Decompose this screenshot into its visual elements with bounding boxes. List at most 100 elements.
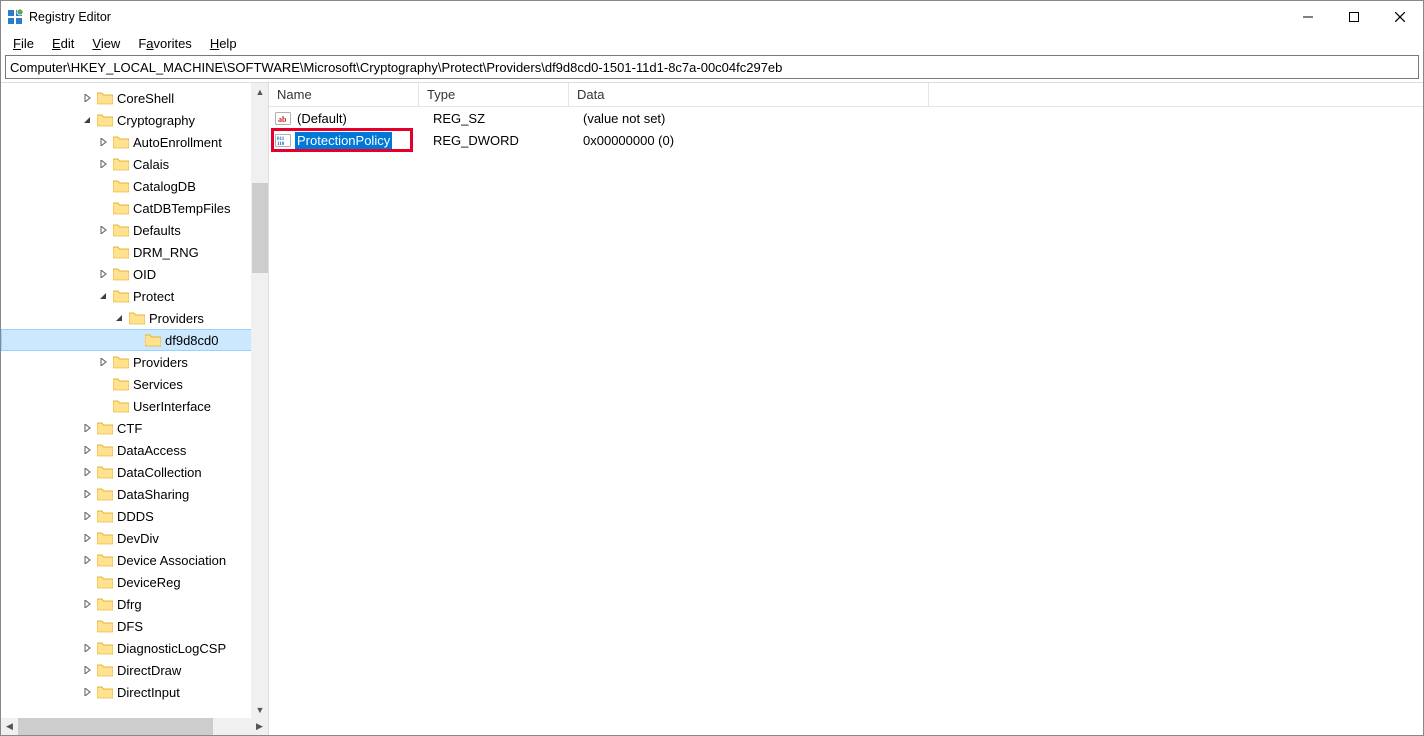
value-row[interactable]: ProtectionPolicyREG_DWORD0x00000000 (0)	[269, 129, 1423, 151]
chevron-right-icon[interactable]	[81, 465, 95, 479]
chevron-right-icon[interactable]	[81, 597, 95, 611]
tree-node[interactable]: Providers	[1, 351, 268, 373]
tree-node-label: CoreShell	[117, 91, 174, 106]
tree-node-label: DirectDraw	[117, 663, 181, 678]
folder-icon	[97, 640, 113, 656]
tree-node[interactable]: DirectInput	[1, 681, 268, 703]
scroll-thumb[interactable]	[252, 183, 268, 273]
cell-data: (value not set)	[575, 111, 935, 126]
tree-node[interactable]: CTF	[1, 417, 268, 439]
value-row[interactable]: (Default)REG_SZ(value not set)	[269, 107, 1423, 129]
folder-icon	[113, 354, 129, 370]
tree-node[interactable]: Device Association	[1, 549, 268, 571]
chevron-right-icon[interactable]	[81, 685, 95, 699]
tree-node-label: Cryptography	[117, 113, 195, 128]
tree-node[interactable]: OID	[1, 263, 268, 285]
chevron-right-icon[interactable]	[81, 641, 95, 655]
folder-icon	[97, 508, 113, 524]
tree-vertical-scrollbar[interactable]: ▲ ▼	[251, 83, 268, 718]
folder-icon	[113, 398, 129, 414]
chevron-right-icon[interactable]	[81, 663, 95, 677]
tree-node-label: DeviceReg	[117, 575, 181, 590]
chevron-right-icon[interactable]	[97, 135, 111, 149]
tree-node[interactable]: Protect	[1, 285, 268, 307]
scroll-right-icon[interactable]: ▶	[251, 718, 268, 735]
close-button[interactable]	[1377, 1, 1423, 32]
folder-icon	[113, 244, 129, 260]
titlebar: Registry Editor	[1, 1, 1423, 32]
column-header-name[interactable]: Name	[269, 83, 419, 106]
tree-node-label: Providers	[133, 355, 188, 370]
tree-node[interactable]: DataAccess	[1, 439, 268, 461]
minimize-button[interactable]	[1285, 1, 1331, 32]
chevron-right-icon[interactable]	[97, 355, 111, 369]
tree-node[interactable]: UserInterface	[1, 395, 268, 417]
chevron-right-icon[interactable]	[81, 91, 95, 105]
menu-view[interactable]: View	[84, 35, 128, 52]
menu-edit[interactable]: Edit	[44, 35, 82, 52]
tree-node[interactable]: DiagnosticLogCSP	[1, 637, 268, 659]
chevron-right-icon[interactable]	[81, 421, 95, 435]
chevron-down-icon[interactable]	[113, 311, 127, 325]
chevron-right-icon[interactable]	[81, 487, 95, 501]
cell-data: 0x00000000 (0)	[575, 133, 935, 148]
tree-node[interactable]: Dfrg	[1, 593, 268, 615]
tree-scroll[interactable]: CoreShell Cryptography AutoEnrollment Calai…	[1, 83, 268, 718]
scroll-down-icon[interactable]: ▼	[252, 701, 268, 718]
values-panel: Name Type Data (Default)REG_SZ(value not…	[269, 83, 1423, 735]
tree-node[interactable]: CoreShell	[1, 87, 268, 109]
tree-node[interactable]: Calais	[1, 153, 268, 175]
address-bar[interactable]: Computer\HKEY_LOCAL_MACHINE\SOFTWARE\Mic…	[5, 55, 1419, 79]
scroll-left-icon[interactable]: ◀	[1, 718, 18, 735]
tree-node[interactable]: Providers	[1, 307, 268, 329]
folder-icon	[113, 134, 129, 150]
tree-node-label: Device Association	[117, 553, 226, 568]
list-body[interactable]: (Default)REG_SZ(value not set)Protection…	[269, 107, 1423, 735]
value-name: (Default)	[295, 110, 349, 127]
scroll-up-icon[interactable]: ▲	[252, 83, 268, 100]
tree-node[interactable]: DFS	[1, 615, 268, 637]
folder-icon	[97, 486, 113, 502]
maximize-button[interactable]	[1331, 1, 1377, 32]
chevron-down-icon[interactable]	[81, 113, 95, 127]
tree-node[interactable]: AutoEnrollment	[1, 131, 268, 153]
menu-file[interactable]: File	[5, 35, 42, 52]
chevron-right-icon[interactable]	[81, 509, 95, 523]
tree-node[interactable]: DevDiv	[1, 527, 268, 549]
chevron-right-icon[interactable]	[97, 267, 111, 281]
chevron-right-icon[interactable]	[81, 443, 95, 457]
tree-node[interactable]: DirectDraw	[1, 659, 268, 681]
menu-help[interactable]: Help	[202, 35, 245, 52]
tree-node[interactable]: Defaults	[1, 219, 268, 241]
chevron-right-icon[interactable]	[81, 553, 95, 567]
window-frame: Registry Editor File Edit View Favorites…	[0, 0, 1424, 736]
tree-node-label: Providers	[149, 311, 204, 326]
chevron-right-icon[interactable]	[97, 223, 111, 237]
tree-horizontal-scrollbar[interactable]: ◀ ▶	[1, 718, 268, 735]
folder-icon	[113, 266, 129, 282]
spacer	[97, 399, 111, 413]
chevron-right-icon[interactable]	[81, 531, 95, 545]
tree-node[interactable]: DataSharing	[1, 483, 268, 505]
tree-node[interactable]: DeviceReg	[1, 571, 268, 593]
column-header-data[interactable]: Data	[569, 83, 929, 106]
tree-node[interactable]: df9d8cd0	[1, 329, 268, 351]
tree-node[interactable]: CatalogDB	[1, 175, 268, 197]
reg-dword-icon	[275, 132, 291, 148]
tree-node-label: AutoEnrollment	[133, 135, 222, 150]
chevron-down-icon[interactable]	[97, 289, 111, 303]
column-header-type[interactable]: Type	[419, 83, 569, 106]
tree-node[interactable]: DataCollection	[1, 461, 268, 483]
tree-node[interactable]: Cryptography	[1, 109, 268, 131]
folder-icon	[97, 684, 113, 700]
tree-node[interactable]: CatDBTempFiles	[1, 197, 268, 219]
chevron-right-icon[interactable]	[97, 157, 111, 171]
tree-node[interactable]: Services	[1, 373, 268, 395]
cell-type: REG_DWORD	[425, 133, 575, 148]
tree-node[interactable]: DDDS	[1, 505, 268, 527]
folder-icon	[97, 442, 113, 458]
scroll-thumb-h[interactable]	[18, 718, 213, 735]
tree-node[interactable]: DRM_RNG	[1, 241, 268, 263]
menu-favorites[interactable]: Favorites	[130, 35, 199, 52]
tree-node-label: CTF	[117, 421, 142, 436]
